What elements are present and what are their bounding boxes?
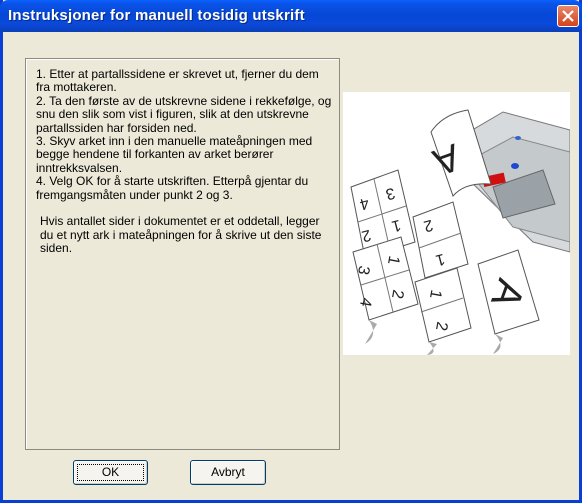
- ok-button[interactable]: OK: [73, 460, 148, 485]
- cancel-button[interactable]: Avbryt: [190, 460, 266, 485]
- window-title: Instruksjoner for manuell tosidig utskri…: [8, 7, 305, 24]
- svg-text:4: 4: [356, 296, 374, 308]
- instruction-step-2: 2. Ta den første av de utskrevne sidene …: [36, 93, 332, 135]
- close-icon: [562, 10, 574, 22]
- instruction-step-3: 3. Skyv arket inn i den manuelle mateåpn…: [36, 134, 313, 175]
- svg-text:3: 3: [354, 264, 372, 276]
- instructions-text: 1. Etter at partallssidene er skrevet ut…: [36, 67, 336, 256]
- printer-pages-illustration: A 4 3 2 1 2 1 3 4 1 2 1 2 A: [350, 109, 571, 355]
- odd-pages-note: Hvis antallet sider i dokumentet er et o…: [40, 214, 322, 256]
- duplex-illustration: A 4 3 2 1 2 1 3 4 1 2 1 2 A: [343, 92, 571, 355]
- title-bar[interactable]: Instruksjoner for manuell tosidig utskri…: [0, 0, 582, 32]
- cancel-button-label: Avbryt: [211, 465, 245, 479]
- instruction-step-1: 1. Etter at partallssidene er skrevet ut…: [36, 67, 319, 95]
- instruction-step-4: 4. Velg OK for å starte utskriften. Ette…: [36, 174, 309, 202]
- close-button[interactable]: [557, 5, 579, 27]
- instructions-panel: 1. Etter at partallssidene er skrevet ut…: [25, 58, 340, 450]
- focus-rectangle: [77, 464, 144, 481]
- dialog-window: Instruksjoner for manuell tosidig utskri…: [0, 0, 582, 503]
